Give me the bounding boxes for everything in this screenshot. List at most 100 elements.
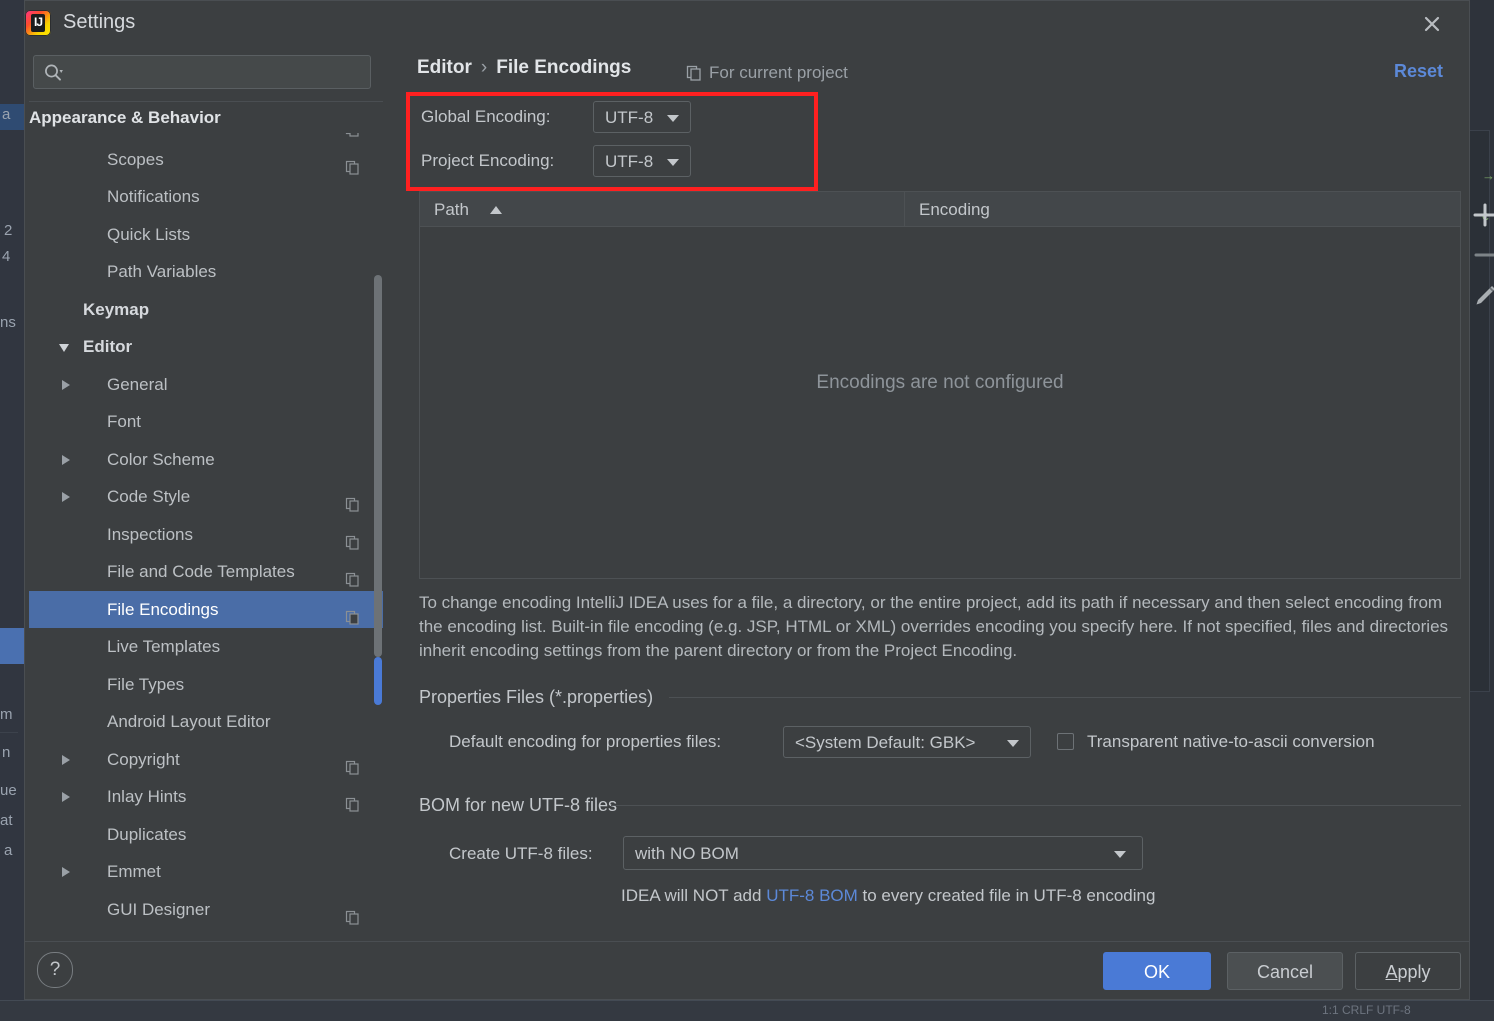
breadcrumb: Editor›File Encodings [417, 57, 631, 79]
cancel-button[interactable]: Cancel [1227, 952, 1343, 990]
sidebar-item-label: Editor [83, 328, 132, 366]
sidebar-item-file-encodings[interactable]: File Encodings [29, 591, 383, 629]
ide-bg-fragment: 2 [4, 222, 12, 239]
project-encoding-select[interactable]: UTF-8 [593, 145, 691, 177]
bom-hint-prefix: IDEA will NOT add [621, 886, 766, 905]
column-header-path-label: Path [434, 200, 469, 219]
sidebar-item-keymap[interactable]: Keymap [29, 291, 383, 329]
sidebar-item-label: Notifications [107, 178, 200, 216]
table-empty-message: Encodings are not configured [420, 372, 1460, 394]
chevron-right-icon [62, 380, 70, 390]
ide-bg-fragment: 4 [2, 248, 10, 265]
dialog-footer: ? OK Cancel Apply [25, 941, 1469, 999]
sidebar-item-path-variables[interactable]: Path Variables [29, 253, 383, 291]
scope-indicator: For current project [709, 63, 848, 83]
chevron-down-icon [59, 344, 69, 357]
project-encoding-label: Project Encoding: [421, 151, 554, 171]
sidebar-item-live-templates[interactable]: Live Templates [29, 628, 383, 666]
ide-status-bar [0, 1000, 1494, 1021]
sidebar-item-inspections[interactable]: Inspections [29, 516, 383, 554]
breadcrumb-parent[interactable]: Editor [417, 57, 472, 78]
ide-bg-fragment: n [2, 744, 10, 761]
sidebar-item-inlay-hints[interactable]: Inlay Hints [29, 778, 383, 816]
reset-link[interactable]: Reset [1394, 61, 1443, 82]
global-encoding-value: UTF-8 [605, 102, 653, 134]
sidebar-item-quick-lists[interactable]: Quick Lists [29, 216, 383, 254]
sidebar-item-code-style[interactable]: Code Style [29, 478, 383, 516]
project-encoding-value: UTF-8 [605, 146, 653, 178]
chevron-down-icon [667, 159, 679, 166]
settings-sidebar: File ColorsScopesNotificationsQuick List… [29, 45, 383, 941]
sidebar-scrollbar-marker [374, 657, 382, 705]
create-utf8-files-select[interactable]: with NO BOM [623, 836, 1143, 870]
sidebar-item-editor[interactable]: Editor [29, 328, 383, 366]
column-header-encoding[interactable]: Encoding [904, 192, 1475, 227]
sidebar-item-label: Keymap [83, 291, 149, 329]
ide-bg-fragment: a [4, 842, 12, 859]
ok-button[interactable]: OK [1103, 952, 1211, 990]
sidebar-item-label: Emmet [107, 853, 161, 891]
column-header-encoding-label: Encoding [919, 200, 990, 219]
bom-hint-suffix: to every created file in UTF-8 encoding [858, 886, 1156, 905]
bom-section-title: BOM for new UTF-8 files [419, 795, 617, 816]
search-separator [29, 101, 383, 102]
sidebar-item-duplicates[interactable]: Duplicates [29, 816, 383, 854]
apply-button[interactable]: Apply [1355, 952, 1461, 990]
sidebar-item-file-types[interactable]: File Types [29, 666, 383, 704]
encodings-description: To change encoding IntelliJ IDEA uses fo… [419, 591, 1461, 663]
dialog-titlebar: IJ Settings [25, 1, 1469, 47]
sidebar-sticky-header: Appearance & Behavior [29, 103, 383, 133]
sidebar-item-font[interactable]: Font [29, 403, 383, 441]
help-button[interactable]: ? [37, 952, 73, 988]
default-properties-encoding-label: Default encoding for properties files: [449, 732, 721, 752]
ide-bg-fragment: ue [0, 782, 17, 799]
properties-section-title: Properties Files (*.properties) [419, 687, 653, 708]
sidebar-scrollbar-thumb[interactable] [374, 275, 382, 657]
bom-hint: IDEA will NOT add UTF-8 BOM to every cre… [621, 886, 1155, 906]
remove-button[interactable] [1467, 237, 1494, 273]
sidebar-item-gui-designer[interactable]: GUI Designer [29, 891, 383, 929]
transparent-native-to-ascii-checkbox[interactable] [1057, 733, 1074, 750]
sidebar-item-label: Inlay Hints [107, 778, 186, 816]
sidebar-item-label: Quick Lists [107, 216, 190, 254]
default-properties-encoding-select[interactable]: <System Default: GBK> [783, 726, 1031, 758]
settings-dialog: IJ Settings File ColorsScopesNotificatio… [24, 0, 1470, 1000]
sidebar-item-label: File Types [107, 666, 184, 704]
sidebar-item-label: Inspections [107, 516, 193, 554]
sidebar-item-copyright[interactable]: Copyright [29, 741, 383, 779]
sidebar-item-scopes[interactable]: Scopes [29, 141, 383, 179]
ide-bg-fragment: at [0, 812, 13, 829]
sidebar-item-label: Copyright [107, 741, 180, 779]
ide-bg-fragment: a [2, 106, 10, 123]
dialog-title: Settings [63, 11, 135, 34]
bom-section-rule [611, 805, 1461, 806]
chevron-down-icon [1007, 740, 1019, 747]
column-header-path[interactable]: Path [434, 192, 904, 227]
sidebar-item-label: Live Templates [107, 628, 220, 666]
sidebar-item-emmet[interactable]: Emmet [29, 853, 383, 891]
sidebar-item-notifications[interactable]: Notifications [29, 178, 383, 216]
settings-content: Editor›File Encodings For current projec… [387, 45, 1467, 941]
ide-bg-marker: → [1482, 168, 1494, 183]
add-button[interactable] [1467, 197, 1494, 233]
search-input[interactable] [33, 55, 371, 89]
sidebar-item-general[interactable]: General [29, 366, 383, 404]
ide-bg-rule [0, 732, 18, 733]
sidebar-item-android-layout-editor[interactable]: Android Layout Editor [29, 703, 383, 741]
sidebar-item-label: Path Variables [107, 253, 216, 291]
close-icon[interactable] [1417, 9, 1447, 39]
sidebar-item-label: GUI Designer [107, 891, 210, 929]
breadcrumb-separator: › [481, 57, 487, 78]
chevron-right-icon [62, 455, 70, 465]
create-utf8-files-label: Create UTF-8 files: [449, 844, 593, 864]
sort-ascending-icon [490, 206, 502, 214]
sidebar-item-file-and-code-templates[interactable]: File and Code Templates [29, 553, 383, 591]
chevron-down-icon [1114, 851, 1126, 858]
sidebar-item-label: Code Style [107, 478, 190, 516]
edit-button[interactable] [1467, 277, 1494, 313]
sidebar-item-color-scheme[interactable]: Color Scheme [29, 441, 383, 479]
sidebar-item-label: Duplicates [107, 816, 186, 854]
apply-accel: A [1385, 962, 1397, 982]
global-encoding-select[interactable]: UTF-8 [593, 101, 691, 133]
utf8-bom-link[interactable]: UTF-8 BOM [766, 886, 858, 905]
